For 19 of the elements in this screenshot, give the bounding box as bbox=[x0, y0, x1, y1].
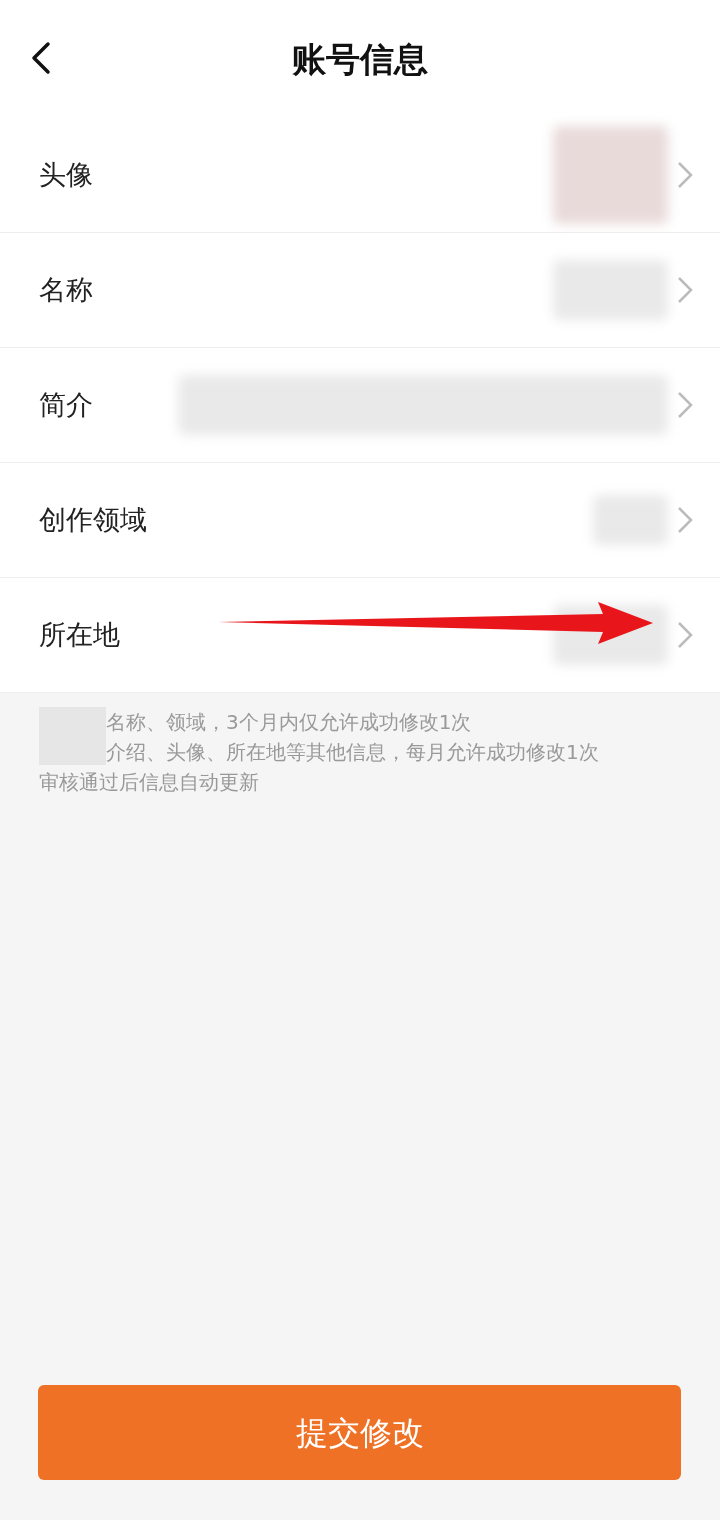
row-label: 名称 bbox=[39, 272, 93, 307]
row-label: 简介 bbox=[39, 387, 93, 422]
chevron-icon bbox=[676, 390, 694, 420]
note-text: 介绍、头像、所在地等其他信息，每月允许成功修改1次 bbox=[105, 739, 600, 766]
note-text: 审核通过后信息自动更新 bbox=[39, 769, 260, 796]
row-label: 所在地 bbox=[39, 617, 120, 652]
settings-row[interactable]: 创作领域 bbox=[0, 463, 720, 578]
page-title: 账号信息 bbox=[292, 37, 428, 81]
note-text: 名称、领域，3个月内仅允许成功修改1次 bbox=[105, 709, 473, 736]
settings-row[interactable]: 名称 bbox=[0, 233, 720, 348]
row-label: 创作领域 bbox=[39, 502, 147, 537]
chevron-icon bbox=[676, 160, 694, 190]
row-label: 头像 bbox=[39, 157, 93, 192]
settings-row[interactable]: 所在地 bbox=[0, 578, 720, 693]
chevron-icon bbox=[676, 505, 694, 535]
chevron-icon bbox=[676, 275, 694, 305]
settings-row[interactable]: 头像 bbox=[0, 118, 720, 233]
chevron-icon bbox=[676, 620, 694, 650]
settings-row[interactable]: 简介 bbox=[0, 348, 720, 463]
